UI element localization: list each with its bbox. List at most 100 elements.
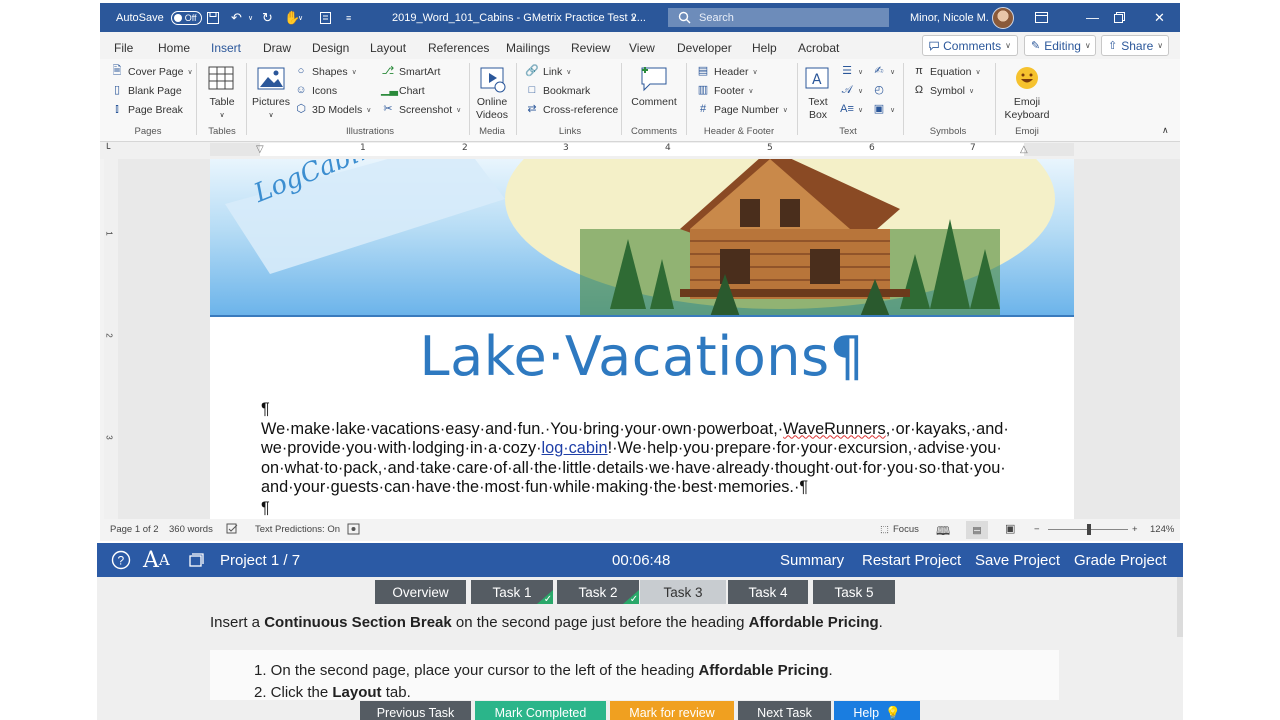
word-count[interactable]: 360 words xyxy=(169,524,213,535)
save-project-button[interactable]: Save Project xyxy=(975,543,1060,577)
chart-button[interactable]: ▁▃ Chart xyxy=(381,84,425,97)
tab-help[interactable]: Help xyxy=(752,41,777,55)
avatar[interactable] xyxy=(992,6,1014,29)
restart-project-button[interactable]: Restart Project xyxy=(862,543,961,577)
project-list-icon[interactable] xyxy=(188,543,204,577)
user-name[interactable]: Minor, Nicole M. xyxy=(910,3,989,32)
tab-design[interactable]: Design xyxy=(312,41,349,55)
link-button[interactable]: 🔗 Link ∨ xyxy=(525,65,571,78)
web-layout-icon[interactable]: ▣ xyxy=(1005,522,1015,535)
cross-reference-button[interactable]: ⇄ Cross-reference xyxy=(525,103,618,116)
page-break-button[interactable]: ⫾ Page Break xyxy=(110,103,183,116)
emoji-keyboard-button[interactable]: Emoji Keyboard xyxy=(1002,65,1052,122)
ribbon-display-icon[interactable] xyxy=(1035,3,1048,32)
restore-icon[interactable] xyxy=(1114,3,1125,32)
tab-task-2[interactable]: Task 2 ✓ xyxy=(557,580,639,604)
log-cabin-hyperlink[interactable]: log·cabin xyxy=(542,439,608,457)
proofing-icon[interactable] xyxy=(226,523,238,535)
tab-task-3[interactable]: Task 3 xyxy=(640,580,726,604)
editing-button[interactable]: ✎ Editing ∨ xyxy=(1024,35,1096,56)
tab-selector-icon[interactable]: └ xyxy=(104,143,110,153)
autosave-toggle[interactable]: Off xyxy=(170,10,202,25)
help-circle-icon[interactable]: ? xyxy=(111,543,131,577)
horizontal-ruler[interactable]: 1 2 3 4 5 6 7 ▽ △ xyxy=(210,143,1074,156)
table-button[interactable]: Table ∨ xyxy=(206,65,238,122)
tab-view[interactable]: View xyxy=(629,41,655,55)
print-preview-icon[interactable] xyxy=(319,3,332,32)
accessibility-icon[interactable] xyxy=(347,523,360,535)
minimize-icon[interactable]: — xyxy=(1086,3,1099,32)
next-task-button[interactable]: Next Task xyxy=(738,701,831,720)
date-time-button[interactable]: ◴ xyxy=(872,84,886,97)
cover-page-button[interactable]: 🗎 Cover Page ∨ xyxy=(110,65,193,78)
mark-completed-button[interactable]: Mark Completed xyxy=(475,701,606,720)
zoom-in-icon[interactable]: + xyxy=(1132,524,1138,535)
font-size-icon[interactable]: AA xyxy=(143,543,170,577)
grade-project-button[interactable]: Grade Project xyxy=(1074,543,1167,577)
zoom-slider-thumb[interactable] xyxy=(1087,524,1091,535)
online-videos-button[interactable]: Online Videos xyxy=(474,65,510,122)
right-indent-marker-icon[interactable]: △ xyxy=(1020,144,1028,155)
summary-button[interactable]: Summary xyxy=(780,543,844,577)
indent-marker-icon[interactable]: ▽ xyxy=(256,144,264,155)
tab-layout[interactable]: Layout xyxy=(370,41,406,55)
close-icon[interactable]: ✕ xyxy=(1154,3,1165,32)
comments-button[interactable]: Comments ∨ xyxy=(922,35,1018,56)
print-layout-icon[interactable]: ▤ xyxy=(966,521,988,539)
customize-qat-icon[interactable]: ≡ xyxy=(346,3,351,32)
text-predictions[interactable]: Text Predictions: On xyxy=(255,524,340,535)
equation-button[interactable]: π Equation ∨ xyxy=(912,65,980,78)
undo-icon[interactable]: ↶ xyxy=(231,3,242,32)
redo-icon[interactable]: ↻ xyxy=(262,3,273,32)
footer-button[interactable]: ▥ Footer ∨ xyxy=(696,84,754,97)
object-button[interactable]: ▣ ∨ xyxy=(872,103,895,116)
touch-dropdown-icon[interactable]: ∨ xyxy=(298,3,303,32)
document-title-heading[interactable]: Lake·Vacations¶ xyxy=(210,325,1074,388)
tab-overview[interactable]: Overview xyxy=(375,580,466,604)
document-page[interactable]: LogCabin·Ren Lake·Vacations¶ ¶ We·make·l… xyxy=(210,159,1074,519)
document-canvas[interactable]: LogCabin·Ren Lake·Vacations¶ ¶ We·make·l… xyxy=(118,159,1180,519)
tab-mailings[interactable]: Mailings xyxy=(506,41,550,55)
tab-references[interactable]: References xyxy=(428,41,489,55)
panel-scrollbar[interactable] xyxy=(1177,577,1183,637)
mark-for-review-button[interactable]: Mark for review xyxy=(610,701,734,720)
blank-page-button[interactable]: ▯ Blank Page xyxy=(110,84,182,97)
document-body[interactable]: ¶ We·make·lake·vacations·easy·and·fun.·Y… xyxy=(261,400,1041,519)
icons-button[interactable]: ☺ Icons xyxy=(294,84,337,97)
tab-task-4[interactable]: Task 4 xyxy=(728,580,808,604)
new-comment-button[interactable]: Comment xyxy=(628,65,680,109)
tab-draw[interactable]: Draw xyxy=(263,41,291,55)
tab-home[interactable]: Home xyxy=(158,41,190,55)
previous-task-button[interactable]: Previous Task xyxy=(360,701,471,720)
text-box-button[interactable]: A Text Box xyxy=(803,65,833,122)
tab-file[interactable]: File xyxy=(114,41,133,55)
search-box[interactable]: Search xyxy=(668,8,889,27)
tab-acrobat[interactable]: Acrobat xyxy=(798,41,839,55)
tab-task-5[interactable]: Task 5 xyxy=(813,580,895,604)
bookmark-button[interactable]: □ Bookmark xyxy=(525,84,591,97)
quick-parts-button[interactable]: ☰ ∨ xyxy=(840,65,863,78)
autosave[interactable]: AutoSave Off xyxy=(116,3,202,32)
misspelled-word[interactable]: WaveRunners xyxy=(783,420,886,438)
screenshot-button[interactable]: ✂ Screenshot ∨ xyxy=(381,103,461,116)
3d-models-button[interactable]: ⬡ 3D Models ∨ xyxy=(294,103,371,116)
tab-review[interactable]: Review xyxy=(571,41,610,55)
page-number-button[interactable]: # Page Number ∨ xyxy=(696,103,788,116)
page-count[interactable]: Page 1 of 2 xyxy=(110,524,159,535)
title-dropdown-icon[interactable]: ∨ xyxy=(631,3,637,32)
pictures-button[interactable]: Pictures ∨ xyxy=(252,65,290,122)
read-mode-icon[interactable]: 🕮 xyxy=(936,522,950,541)
undo-dropdown-icon[interactable]: ∨ xyxy=(248,3,253,32)
header-button[interactable]: ▤ Header ∨ xyxy=(696,65,758,78)
wordart-button[interactable]: 𝒜 ∨ xyxy=(840,84,863,97)
save-icon[interactable] xyxy=(206,3,220,32)
collapse-ribbon-icon[interactable]: ∧ xyxy=(1162,125,1169,136)
user-avatar-wrap[interactable] xyxy=(992,3,1014,32)
zoom-out-icon[interactable]: − xyxy=(1034,524,1040,535)
help-button[interactable]: Help 💡 xyxy=(834,701,920,720)
vertical-ruler[interactable]: 1 2 3 xyxy=(104,159,118,519)
tab-developer[interactable]: Developer xyxy=(677,41,732,55)
tab-task-1[interactable]: Task 1 ✓ xyxy=(471,580,553,604)
drop-cap-button[interactable]: A≡ ∨ xyxy=(840,103,863,116)
symbol-button[interactable]: Ω Symbol ∨ xyxy=(912,84,974,97)
